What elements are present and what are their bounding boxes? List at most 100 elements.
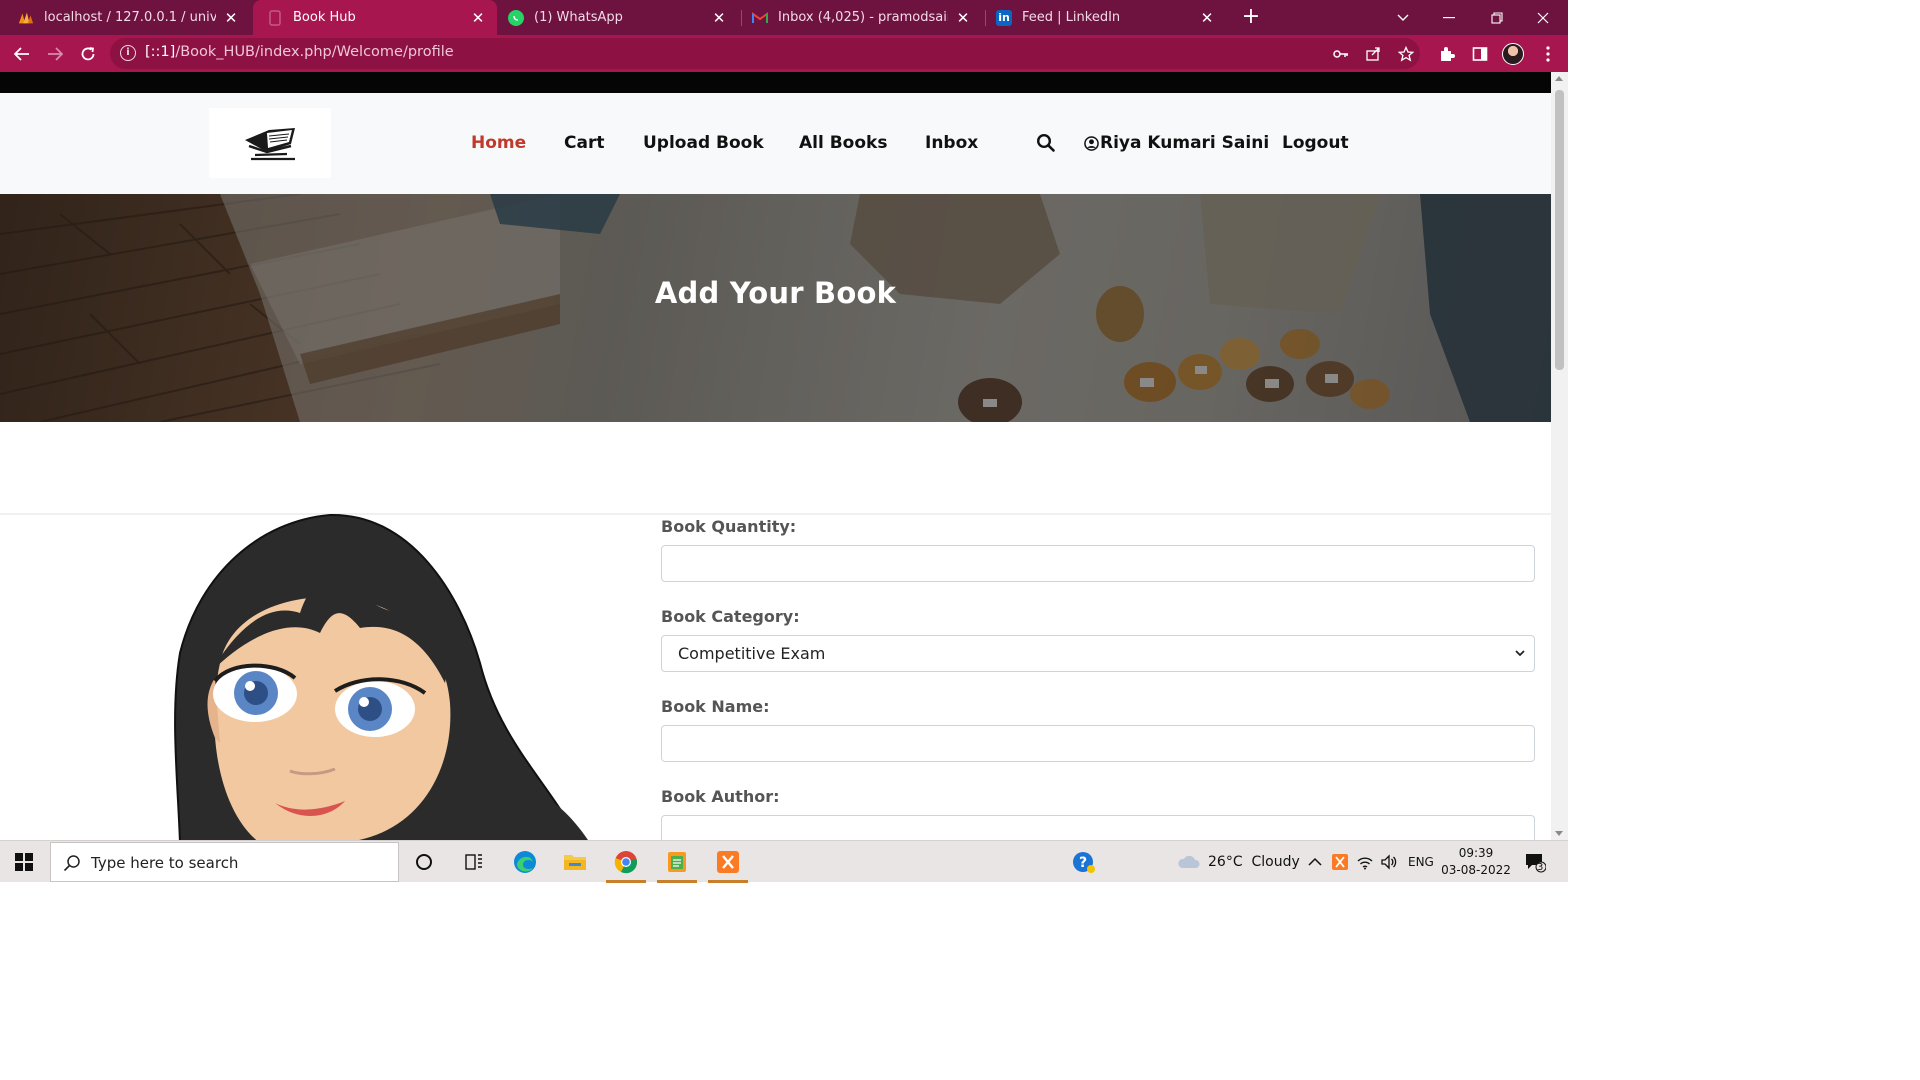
windows-start-button[interactable] [0, 841, 48, 883]
share-icon[interactable] [1364, 45, 1382, 63]
close-icon[interactable]: ✕ [1198, 9, 1216, 27]
tab-linkedin[interactable]: in Feed | LinkedIn ✕ [986, 0, 1226, 35]
sublime-notepad-icon[interactable] [653, 841, 701, 883]
cloud-icon [1178, 855, 1200, 868]
page-loading-icon [267, 9, 283, 26]
clock-time: 09:39 [1458, 846, 1494, 860]
tab-title: Feed | LinkedIn [1022, 10, 1121, 25]
book-logo-icon [245, 128, 295, 161]
book-name-label: Book Name: [661, 697, 770, 716]
nav-home-link[interactable]: Home [471, 133, 526, 153]
book-author-label: Book Author: [661, 787, 780, 806]
speaker-icon[interactable] [1380, 841, 1398, 883]
tab-title: localhost / 127.0.0.1 / university / [44, 10, 216, 25]
xampp-icon[interactable] [704, 841, 752, 883]
windows-logo-icon [15, 853, 33, 871]
extensions-puzzle-icon[interactable] [1435, 42, 1459, 66]
url-host: [::1] [145, 44, 176, 60]
nav-cart-link[interactable]: Cart [564, 133, 604, 153]
close-icon[interactable]: ✕ [710, 9, 728, 27]
tab-phpmyadmin[interactable]: localhost / 127.0.0.1 / university / ✕ [0, 0, 250, 35]
nav-inbox-link[interactable]: Inbox [925, 133, 978, 153]
back-arrow-icon[interactable] [10, 42, 34, 66]
book-category-value: Competitive Exam [678, 644, 826, 663]
book-author-input[interactable] [661, 815, 1535, 840]
chevron-down-icon [1515, 650, 1525, 657]
xampp-tray-icon[interactable] [1332, 841, 1348, 883]
minimize-button[interactable] [1426, 0, 1472, 35]
menu-kebab-icon[interactable] [1536, 42, 1560, 66]
tab-title: Book Hub [293, 10, 356, 25]
address-bar[interactable]: i [::1]/Book_HUB/index.php/Welcome/profi… [110, 38, 1420, 69]
close-icon[interactable]: ✕ [954, 9, 972, 27]
notification-count: 3 [1537, 862, 1544, 873]
edge-browser-icon[interactable] [501, 841, 549, 883]
scroll-down-arrow-icon[interactable] [1555, 831, 1563, 836]
user-circle-icon [1084, 135, 1099, 151]
weather-widget[interactable]: 26°C Cloudy [1176, 841, 1300, 883]
help-icon[interactable]: ? [1060, 841, 1108, 883]
forward-arrow-icon[interactable] [43, 42, 67, 66]
tab-title: Inbox (4,025) - pramodsaini2506 [778, 10, 948, 25]
browser-toolbar: i [::1]/Book_HUB/index.php/Welcome/profi… [0, 35, 1568, 72]
url-text: [::1]/Book_HUB/index.php/Welcome/profile [145, 44, 454, 60]
site-logo[interactable] [209, 108, 331, 178]
book-name-input[interactable] [661, 725, 1535, 762]
page-viewport: Home Cart Upload Book All Books Inbox Ri… [0, 72, 1551, 840]
url-path: /Book_HUB/index.php/Welcome/profile [175, 44, 454, 60]
taskbar-search-placeholder: Type here to search [91, 854, 239, 872]
search-icon [63, 855, 80, 872]
page-scrollbar[interactable] [1551, 72, 1568, 840]
info-icon[interactable]: i [120, 45, 136, 61]
girl-avatar-illustration [174, 513, 588, 840]
tab-search-chevron-icon[interactable] [1380, 0, 1426, 35]
scrollbar-thumb[interactable] [1555, 90, 1564, 370]
site-navbar: Home Cart Upload Book All Books Inbox Ri… [0, 93, 1551, 194]
svg-text:?: ? [1079, 855, 1087, 871]
linkedin-icon: in [996, 9, 1012, 26]
language-indicator[interactable]: ENG [1408, 841, 1434, 883]
book-quantity-label: Book Quantity: [661, 517, 797, 536]
bookmark-star-icon[interactable] [1397, 45, 1415, 63]
whatsapp-icon [508, 9, 524, 26]
reload-icon[interactable] [76, 42, 100, 66]
taskbar-search-box[interactable]: Type here to search [50, 842, 399, 882]
top-black-strip [0, 72, 1551, 93]
book-category-label: Book Category: [661, 607, 800, 626]
tab-strip: localhost / 127.0.0.1 / university / ✕ B… [0, 0, 1568, 35]
task-view-icon[interactable] [450, 841, 498, 883]
user-name: Riya Kumari Saini [1100, 133, 1270, 153]
logout-link[interactable]: Logout [1282, 133, 1349, 153]
close-window-button[interactable] [1520, 0, 1566, 35]
tab-whatsapp[interactable]: (1) WhatsApp ✕ [498, 0, 738, 35]
key-icon[interactable] [1332, 45, 1350, 63]
clock-date: 03-08-2022 [1441, 863, 1511, 877]
file-explorer-icon[interactable] [551, 841, 599, 883]
new-tab-button[interactable]: + [1240, 6, 1262, 28]
phpmyadmin-icon [18, 10, 34, 26]
restore-button[interactable] [1474, 0, 1520, 35]
close-icon[interactable]: ✕ [469, 9, 487, 27]
tray-overflow-chevron-icon[interactable] [1308, 841, 1322, 883]
side-panel-icon[interactable] [1468, 42, 1492, 66]
wifi-icon[interactable] [1356, 841, 1374, 883]
chrome-icon[interactable] [602, 841, 650, 883]
tab-gmail[interactable]: Inbox (4,025) - pramodsaini2506 ✕ [742, 0, 982, 35]
scroll-up-arrow-icon[interactable] [1555, 76, 1563, 81]
nav-upload-book-link[interactable]: Upload Book [643, 133, 764, 153]
tab-book-hub[interactable]: Book Hub ✕ [253, 0, 497, 35]
hero-title: Add Your Book [654, 276, 897, 310]
windows-taskbar: Type here to search ? 26°C Cloudy ENG 09 [0, 840, 1568, 883]
hero-banner: Add Your Book [0, 194, 1551, 422]
gmail-icon [752, 10, 768, 26]
notifications-icon[interactable]: 3 [1524, 841, 1546, 883]
book-category-select[interactable]: Competitive Exam [661, 635, 1535, 672]
user-profile-link[interactable]: Riya Kumari Saini [1084, 133, 1269, 153]
book-quantity-input[interactable] [661, 545, 1535, 582]
profile-avatar[interactable] [1502, 43, 1524, 65]
close-icon[interactable]: ✕ [222, 9, 240, 27]
cortana-icon[interactable] [400, 841, 448, 883]
search-icon[interactable] [1036, 133, 1056, 153]
taskbar-clock[interactable]: 09:39 03-08-2022 [1440, 845, 1512, 879]
nav-all-books-link[interactable]: All Books [799, 133, 887, 153]
